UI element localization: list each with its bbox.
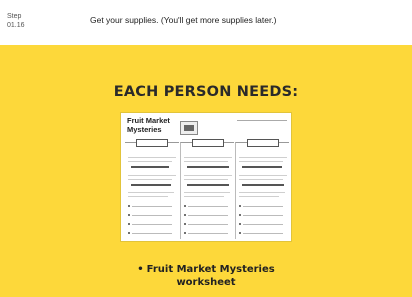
worksheet-column-2 <box>180 139 234 239</box>
each-person-needs-heading: EACH PERSON NEEDS: <box>113 84 299 100</box>
bullet-icon: • <box>137 264 144 275</box>
worksheet-round-box <box>136 139 168 147</box>
worksheet-logo-icon <box>180 121 198 135</box>
step-header: Step 01.16 Get your supplies. (You'll ge… <box>0 0 412 45</box>
supply-item-name: Fruit Market Mysteries <box>146 264 275 275</box>
worksheet-title: Fruit Market Mysteries <box>127 116 170 134</box>
worksheet-preview-image: Fruit Market Mysteries <box>120 112 292 242</box>
supply-item-line1: • Fruit Market Mysteries <box>0 263 412 276</box>
step-number: 01.16 <box>7 22 25 29</box>
worksheet-title-line2: Mysteries <box>127 124 162 134</box>
step-instruction: Get your supplies. (You'll get more supp… <box>90 15 277 25</box>
supply-list-item: • Fruit Market Mysteries worksheet <box>0 263 412 289</box>
worksheet-round-box <box>247 139 279 147</box>
worksheet-name-line <box>237 120 287 121</box>
worksheet-column-3 <box>235 139 289 239</box>
worksheet-round-box <box>192 139 224 147</box>
supply-item-line2: worksheet <box>176 277 236 288</box>
step-label-word: Step <box>7 13 22 20</box>
worksheet-column-1 <box>125 139 179 239</box>
step-label: Step 01.16 <box>7 12 25 30</box>
